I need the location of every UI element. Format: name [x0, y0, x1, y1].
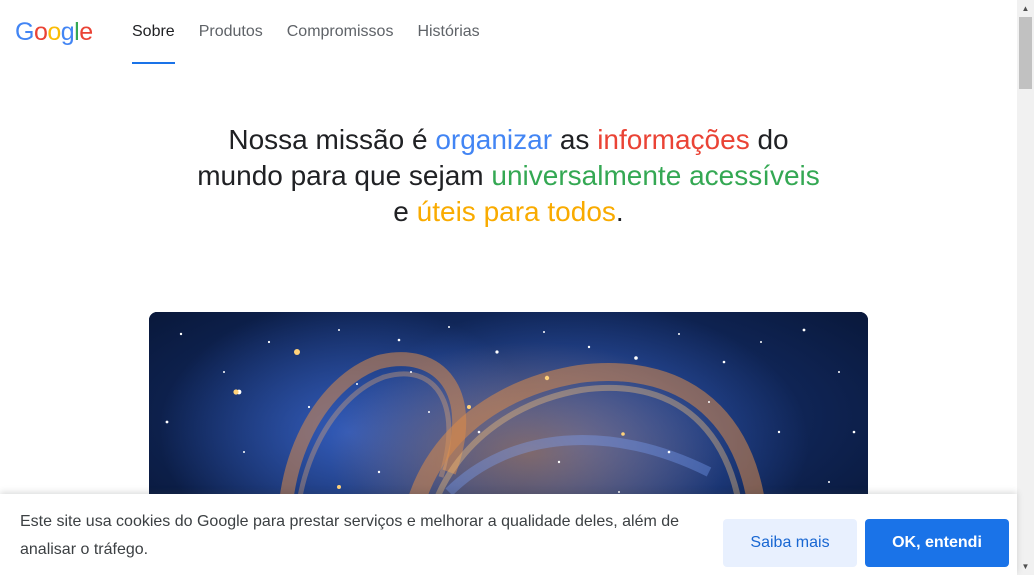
nav-item-compromissos[interactable]: Compromissos [287, 0, 394, 64]
scroll-down-arrow-icon[interactable]: ▼ [1017, 558, 1034, 575]
mission-statement: Nossa missão é organizar as informações … [190, 122, 827, 230]
accept-cookies-button[interactable]: OK, entendi [865, 519, 1009, 567]
logo-letter: o [33, 18, 48, 46]
mission-word-organizar: organizar [435, 124, 553, 155]
mission-word-universalmente: universalmente [491, 160, 682, 191]
nav-item-historias[interactable]: Histórias [417, 0, 479, 64]
nav-item-sobre[interactable]: Sobre [132, 0, 175, 64]
mission-text: e [393, 196, 417, 227]
site-header: Google Sobre Produtos Compromissos Histó… [0, 0, 1017, 64]
mission-text: Nossa missão é [228, 124, 436, 155]
scroll-up-arrow-icon[interactable]: ▲ [1017, 0, 1034, 17]
mission-word-informacoes: informações [597, 124, 750, 155]
mission-text [681, 160, 689, 191]
logo-letter: G [15, 18, 34, 46]
main-nav: Sobre Produtos Compromissos Histórias [132, 0, 504, 64]
nav-item-produtos[interactable]: Produtos [199, 0, 263, 64]
mission-text: . [615, 196, 624, 227]
learn-more-button[interactable]: Saiba mais [723, 519, 857, 567]
page: Google Sobre Produtos Compromissos Histó… [0, 0, 1034, 575]
cookie-message: Este site usa cookies do Google para pre… [20, 513, 680, 558]
google-logo[interactable]: Google [15, 17, 93, 47]
mission-word-uteis: úteis para todos [416, 196, 616, 227]
scroll-thumb[interactable] [1019, 17, 1032, 89]
cookie-banner: Este site usa cookies do Google para pre… [0, 494, 1017, 575]
logo-letter: g [60, 18, 75, 46]
logo-letter: o [47, 18, 61, 46]
scrollbar[interactable]: ▲ ▼ [1017, 0, 1034, 575]
logo-letter: e [79, 18, 93, 46]
mission-text: as [552, 124, 598, 155]
mission-word-acessiveis: acessíveis [689, 160, 820, 191]
